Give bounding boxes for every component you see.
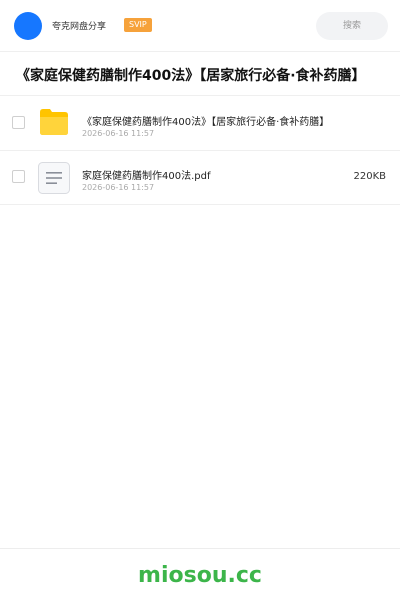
item-checkbox[interactable] (12, 116, 25, 129)
share-page: 夸克网盘分享 SVIP 《家庭保健药膳制作400法》【居家旅行必备·食补药膳】 … (0, 0, 400, 600)
file-name[interactable]: 家庭保健药膳制作400法.pdf (82, 167, 352, 182)
document-icon (38, 162, 70, 194)
list-item[interactable]: 家庭保健药膳制作400法.pdf 2026-06-16 11:57 220KB (0, 151, 400, 205)
folder-icon (40, 109, 68, 135)
brand-name: 夸克网盘分享 (52, 22, 107, 32)
file-date: 2026-06-16 11:57 (82, 183, 155, 192)
header: 夸克网盘分享 SVIP (0, 0, 400, 52)
list-item[interactable]: 《家庭保健药膳制作400法》【居家旅行必备·食补药膳】 2026-06-16 1… (0, 97, 400, 151)
file-list: 《家庭保健药膳制作400法》【居家旅行必备·食补药膳】 2026-06-16 1… (0, 97, 400, 205)
page-title: 《家庭保健药膳制作400法》【居家旅行必备·食补药膳】 (16, 68, 366, 84)
svip-badge: SVIP (124, 18, 152, 32)
search-input[interactable] (316, 12, 388, 40)
avatar[interactable] (14, 12, 42, 40)
footer: miosou.cc (0, 548, 400, 600)
watermark: miosou.cc (138, 563, 262, 588)
item-checkbox[interactable] (12, 170, 25, 183)
title-bar: 《家庭保健药膳制作400法》【居家旅行必备·食补药膳】 (0, 52, 400, 96)
file-name[interactable]: 《家庭保健药膳制作400法》【居家旅行必备·食补药膳】 (82, 113, 352, 128)
file-date: 2026-06-16 11:57 (82, 129, 155, 138)
file-size: 220KB (353, 171, 386, 182)
